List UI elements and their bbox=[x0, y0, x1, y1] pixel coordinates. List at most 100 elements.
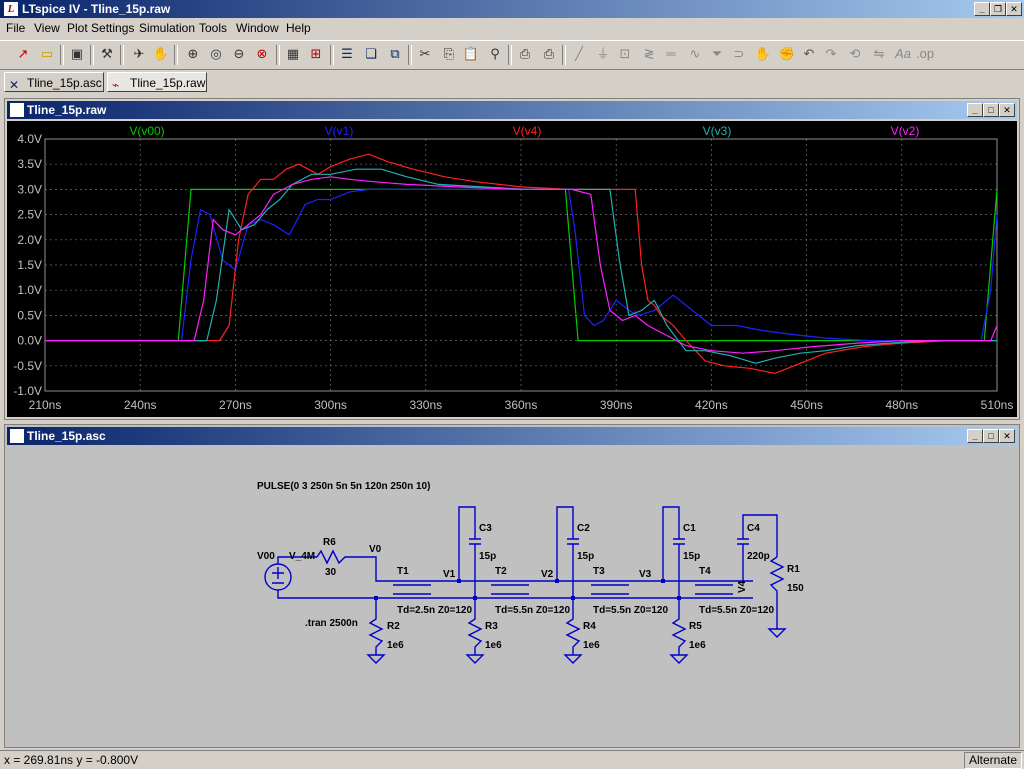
capacitor-icon[interactable]: ═ bbox=[662, 45, 680, 63]
inductor-icon[interactable]: ∿ bbox=[686, 45, 704, 63]
tab-waveform[interactable]: ⌁ Tline_15p.raw bbox=[107, 72, 207, 92]
open-icon[interactable]: ▭ bbox=[38, 45, 56, 63]
app-title-bar: L LTspice IV - Tline_15p.raw _ ❐ ✕ bbox=[0, 0, 1024, 18]
hammer-icon[interactable]: ⚒ bbox=[98, 45, 116, 63]
waveform-window: Tline_15p.raw _ □ ✕ 210ns 240ns 270ns 300ns… bbox=[4, 98, 1020, 420]
cursor-coords: x = 269.81ns y = -0.800V bbox=[4, 753, 139, 767]
zoom-in-icon[interactable]: ⊕ bbox=[184, 45, 202, 63]
menu-tools[interactable]: Tools bbox=[199, 21, 227, 35]
move-icon[interactable]: ✋ bbox=[754, 45, 772, 63]
r6-name: R6 bbox=[323, 537, 336, 548]
wire-icon[interactable]: ╱ bbox=[570, 45, 588, 63]
menu-bar: File View Plot Settings Simulation Tools… bbox=[0, 18, 1024, 38]
mirror-icon[interactable]: ⇋ bbox=[870, 45, 888, 63]
menu-help[interactable]: Help bbox=[286, 21, 311, 35]
document-tabs: ✕ Tline_15p.asc ⌁ Tline_15p.raw bbox=[0, 70, 1024, 94]
x-tick-label: 420ns bbox=[695, 398, 728, 412]
restore-button[interactable]: ❐ bbox=[990, 2, 1006, 16]
run-icon[interactable]: ✈ bbox=[130, 45, 148, 63]
schematic-icon[interactable]: ↗ bbox=[14, 45, 32, 63]
maximize-button[interactable]: □ bbox=[983, 103, 999, 117]
undo-icon[interactable]: ↶ bbox=[800, 45, 818, 63]
x-tick-label: 270ns bbox=[219, 398, 252, 412]
y-tick-label: 2.0V bbox=[17, 233, 42, 247]
spice-directive-icon[interactable]: .op bbox=[916, 45, 934, 63]
schematic-canvas[interactable]: PULSE(0 3 250n 5n 5n 120n 250n 10) V00 V… bbox=[7, 447, 1017, 745]
r4-name: R4 bbox=[583, 621, 596, 632]
x-tick-label: 300ns bbox=[314, 398, 347, 412]
zoom-out-icon[interactable]: ⊖ bbox=[230, 45, 248, 63]
cut-icon[interactable]: ✂ bbox=[416, 45, 434, 63]
c2-name: C2 bbox=[577, 523, 590, 534]
close-button[interactable]: ✕ bbox=[999, 103, 1015, 117]
menu-file[interactable]: File bbox=[6, 21, 25, 35]
waveform-plot[interactable]: 210ns 240ns 270ns 300ns 330ns 360ns 390ns 420ns… bbox=[7, 121, 1017, 417]
schematic-window-title: Tline_15p.asc bbox=[27, 429, 106, 443]
text-icon[interactable]: Aa bbox=[894, 45, 912, 63]
cascade-icon[interactable]: ❏ bbox=[362, 45, 380, 63]
find-icon[interactable]: ⚲ bbox=[486, 45, 504, 63]
t4-name: T4 bbox=[699, 566, 711, 577]
minimize-button[interactable]: _ bbox=[967, 429, 983, 443]
grid-icon[interactable]: ⊞ bbox=[307, 45, 325, 63]
close-all-icon[interactable]: ⧉ bbox=[386, 45, 404, 63]
rotate-icon[interactable]: ⟲ bbox=[846, 45, 864, 63]
t2-param: Td=5.5n Z0=120 bbox=[495, 605, 570, 616]
drag-icon[interactable]: ✊ bbox=[778, 45, 796, 63]
y-tick-label: 1.0V bbox=[17, 283, 42, 297]
pan-icon[interactable]: ✋ bbox=[152, 45, 170, 63]
save-icon[interactable]: ▣ bbox=[68, 45, 86, 63]
r2-value: 1e6 bbox=[387, 640, 404, 651]
menu-view[interactable]: View bbox=[34, 21, 60, 35]
y-tick-label: 2.5V bbox=[17, 208, 42, 222]
t1-name: T1 bbox=[397, 566, 409, 577]
legend-item: V(v1) bbox=[325, 124, 354, 138]
menu-simulation[interactable]: Simulation bbox=[139, 21, 195, 35]
legend-item: V(v4) bbox=[513, 124, 542, 138]
t1-param: Td=2.5n Z0=120 bbox=[397, 605, 472, 616]
tab-label: Tline_15p.raw bbox=[130, 76, 206, 90]
schematic-icon bbox=[10, 429, 24, 443]
x-tick-label: 360ns bbox=[505, 398, 538, 412]
node-v2: V2 bbox=[541, 569, 554, 580]
c4-value: 220p bbox=[747, 551, 770, 562]
ground-icon[interactable]: ⏚ bbox=[594, 45, 612, 63]
r3-name: R3 bbox=[485, 621, 498, 632]
c3-value: 15p bbox=[479, 551, 496, 562]
close-button[interactable]: ✕ bbox=[1006, 2, 1022, 16]
menu-window[interactable]: Window bbox=[236, 21, 279, 35]
zoom-area-icon[interactable]: ◎ bbox=[207, 45, 225, 63]
t3-param: Td=5.5n Z0=120 bbox=[593, 605, 668, 616]
close-button[interactable]: ✕ bbox=[999, 429, 1015, 443]
r5-value: 1e6 bbox=[689, 640, 706, 651]
resistor-icon[interactable]: ≷ bbox=[640, 45, 658, 63]
minimize-button[interactable]: _ bbox=[974, 2, 990, 16]
menu-plot-settings[interactable]: Plot Settings bbox=[67, 21, 134, 35]
x-tick-label: 240ns bbox=[124, 398, 157, 412]
zoom-cancel-icon[interactable]: ⊗ bbox=[253, 45, 271, 63]
waveform-icon bbox=[10, 103, 24, 117]
source-name: V00 bbox=[257, 551, 275, 562]
paste-icon[interactable]: 📋 bbox=[462, 45, 480, 63]
autorange-icon[interactable]: ▦ bbox=[284, 45, 302, 63]
c4-name: C4 bbox=[747, 523, 760, 534]
pulse-label: PULSE(0 3 250n 5n 5n 120n 250n 10) bbox=[257, 481, 430, 492]
tab-schematic[interactable]: ✕ Tline_15p.asc bbox=[4, 72, 104, 92]
minimize-button[interactable]: _ bbox=[967, 103, 983, 117]
component-icon[interactable]: ⊃ bbox=[730, 45, 748, 63]
status-mode: Alternate bbox=[963, 752, 1022, 769]
print-icon[interactable]: ⎙ bbox=[540, 45, 558, 63]
r5-name: R5 bbox=[689, 621, 702, 632]
x-tick-label: 390ns bbox=[600, 398, 633, 412]
label-icon[interactable]: ⊡ bbox=[616, 45, 634, 63]
print-setup-icon[interactable]: ⎙ bbox=[516, 45, 534, 63]
t3-name: T3 bbox=[593, 566, 605, 577]
y-tick-label: 0.5V bbox=[17, 308, 42, 322]
maximize-button[interactable]: □ bbox=[983, 429, 999, 443]
node-v3: V3 bbox=[639, 569, 652, 580]
waveform-window-title-bar: Tline_15p.raw _ □ ✕ bbox=[7, 101, 1017, 119]
redo-icon[interactable]: ↷ bbox=[822, 45, 840, 63]
tile-icon[interactable]: ☰ bbox=[338, 45, 356, 63]
diode-icon[interactable]: ⏷ bbox=[708, 45, 726, 63]
copy-icon[interactable]: ⎘ bbox=[440, 45, 458, 63]
